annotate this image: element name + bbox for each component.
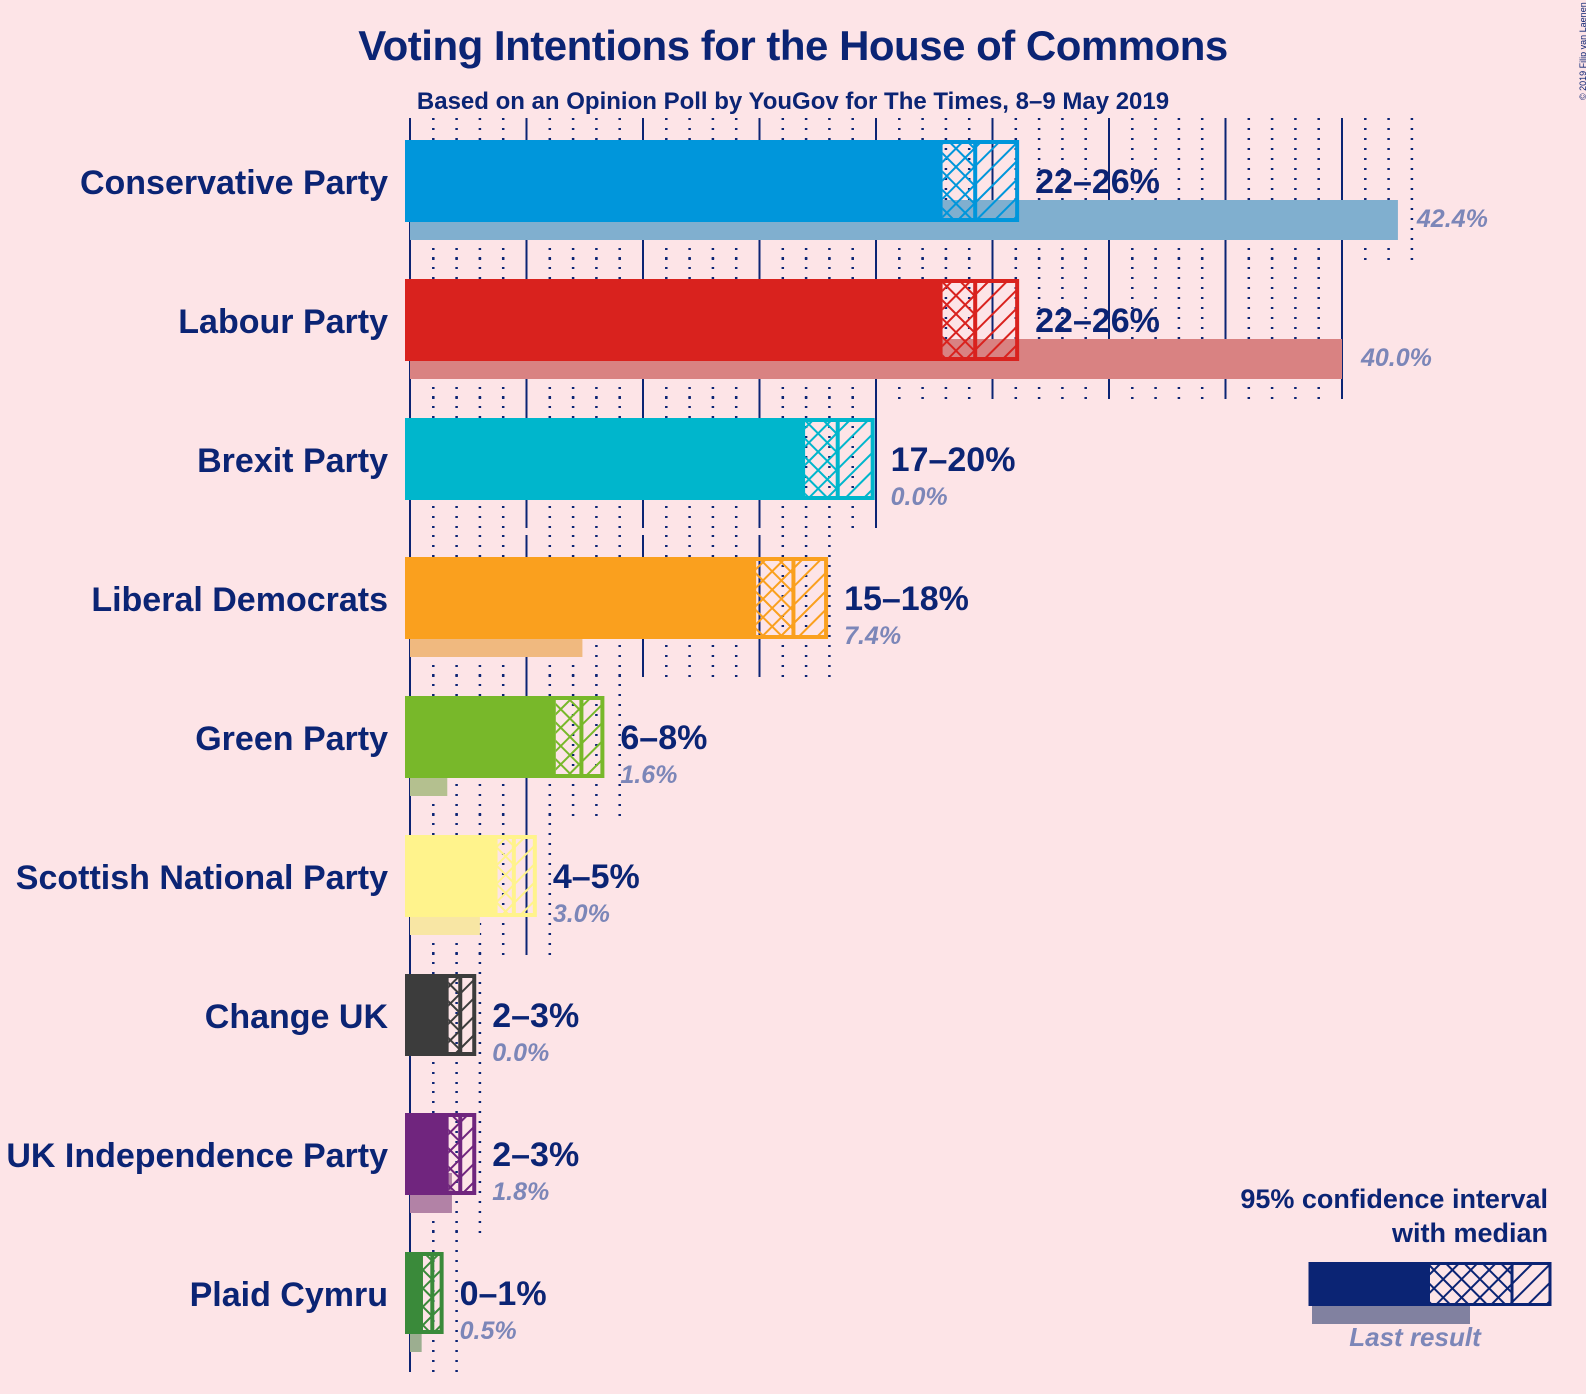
legend-solid [1310,1262,1430,1306]
party-label: Change UK [205,998,389,1036]
range-label: 2–3% [492,997,579,1035]
party-label: Brexit Party [197,442,388,480]
ci-solid-bar [407,418,806,500]
legend-crosshatch [1430,1265,1512,1303]
ci-lower-hatch [555,700,582,774]
party-label: Plaid Cymru [190,1276,388,1314]
ci-solid-bar [407,279,943,361]
ci-solid-bar [407,140,943,222]
ci-upper-hatch [460,1117,475,1191]
legend-last-result-bar [1312,1304,1470,1324]
last-result-label: 1.6% [620,761,677,789]
ci-solid-bar [407,974,449,1056]
legend-swatch [1308,1262,1552,1324]
range-label: 22–26% [1035,163,1160,201]
range-label: 4–5% [553,858,640,896]
range-label: 6–8% [620,719,707,757]
range-label: 22–26% [1035,302,1160,340]
ci-solid-bar [407,1252,423,1334]
range-label: 15–18% [844,580,969,618]
ci-upper-hatch [975,144,1018,218]
range-label: 2–3% [492,1136,579,1174]
party-label: Green Party [195,720,388,758]
ci-upper-hatch [513,839,535,913]
ci-lower-hatch [497,839,514,913]
ci-solid-bar [407,696,556,778]
ci-solid-bar [407,835,498,917]
party-label: UK Independence Party [6,1137,388,1175]
party-label: Labour Party [178,303,388,341]
party-label: Liberal Democrats [91,581,388,619]
ci-upper-hatch [581,700,603,774]
legend-title: 95% confidence interval with median [1240,1182,1548,1250]
last-result-label: 3.0% [553,900,610,928]
ci-lower-hatch [756,561,794,635]
last-result-label: 42.4% [1416,205,1488,233]
ci-solid-bar [407,557,757,639]
ci-upper-hatch [460,978,475,1052]
legend-last-result-label: Last result [1349,1322,1481,1352]
ci-lower-hatch [942,283,976,357]
last-result-label: 0.0% [891,483,948,511]
ci-solid-bar [407,1113,449,1195]
last-result-label: 0.0% [492,1039,549,1067]
ci-lower-hatch [942,144,976,218]
last-result-label: 7.4% [844,622,901,650]
last-result-label: 40.0% [1360,344,1432,372]
last-result-label: 0.5% [460,1317,517,1345]
legend-title-line2: with median [1391,1218,1548,1248]
ci-upper-hatch [975,283,1018,357]
party-label: Conservative Party [80,164,388,202]
ci-upper-hatch [837,422,873,496]
last-result-label: 1.8% [492,1178,549,1206]
ci-upper-hatch [793,561,827,635]
range-label: 0–1% [460,1275,547,1313]
ci-lower-hatch [805,422,838,496]
legend-diagonal [1512,1265,1550,1303]
legend-title-line1: 95% confidence interval [1240,1184,1548,1214]
party-label: Scottish National Party [16,859,388,897]
range-label: 17–20% [891,441,1016,479]
